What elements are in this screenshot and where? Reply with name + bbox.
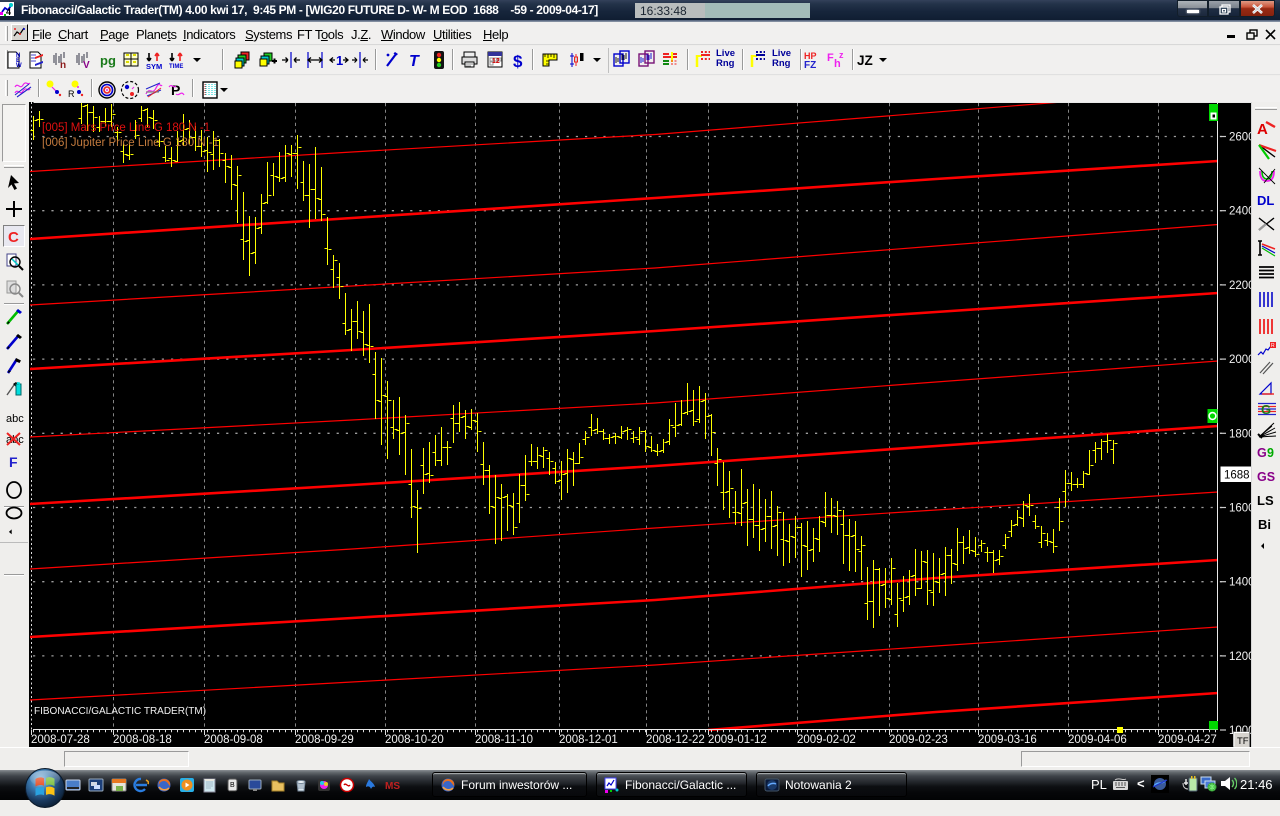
svg-text:12: 12 bbox=[492, 58, 500, 65]
svg-text:B: B bbox=[230, 782, 235, 789]
svg-text:DL: DL bbox=[1257, 193, 1274, 208]
svg-text:1688: 1688 bbox=[1224, 470, 1250, 482]
svg-text:2008-09-08: 2008-09-08 bbox=[204, 734, 263, 746]
svg-text:FZ: FZ bbox=[804, 60, 816, 71]
svg-text:P: P bbox=[171, 82, 180, 98]
svg-text:[005] Mars Price Line G 180 N: [005] Mars Price Line G 180 N -1 bbox=[42, 122, 210, 134]
svg-text:R: R bbox=[68, 89, 75, 99]
svg-text:$: $ bbox=[513, 52, 523, 71]
svg-text:G: G bbox=[1257, 446, 1267, 460]
svg-text:2009-02-23: 2009-02-23 bbox=[889, 734, 948, 746]
svg-text:GS: GS bbox=[1257, 470, 1275, 484]
svg-text:2000: 2000 bbox=[1229, 354, 1251, 366]
svg-text:2009-04-27: 2009-04-27 bbox=[1158, 734, 1217, 746]
svg-text:1800: 1800 bbox=[1229, 428, 1251, 440]
svg-text:2008-09-29: 2008-09-29 bbox=[295, 734, 354, 746]
svg-text:2009-03-16: 2009-03-16 bbox=[978, 734, 1037, 746]
svg-text:LS: LS bbox=[1257, 493, 1274, 508]
svg-text:9: 9 bbox=[1267, 446, 1274, 460]
svg-text:2008-07-28: 2008-07-28 bbox=[31, 734, 90, 746]
svg-text:W: W bbox=[16, 63, 22, 69]
svg-text:2009-04-06: 2009-04-06 bbox=[1068, 734, 1127, 746]
svg-text:G: G bbox=[1261, 402, 1271, 417]
svg-text:1: 1 bbox=[336, 53, 343, 68]
svg-text:pg: pg bbox=[100, 53, 116, 68]
svg-text:V: V bbox=[83, 60, 90, 71]
svg-text:2200: 2200 bbox=[1229, 280, 1251, 292]
svg-text:SYM: SYM bbox=[146, 62, 162, 71]
svg-text:F: F bbox=[9, 454, 18, 470]
svg-text:z: z bbox=[839, 50, 844, 60]
svg-text:2600: 2600 bbox=[1229, 132, 1251, 144]
svg-text:2009-02-02: 2009-02-02 bbox=[797, 734, 856, 746]
svg-text:2008-12-01: 2008-12-01 bbox=[559, 734, 618, 746]
svg-text:Bi: Bi bbox=[1258, 517, 1271, 532]
svg-text:JZ: JZ bbox=[857, 53, 873, 68]
svg-text:2400: 2400 bbox=[1229, 206, 1251, 218]
svg-text:FIBONACCI/GALACTIC TRADER(TM): FIBONACCI/GALACTIC TRADER(TM) bbox=[34, 706, 206, 717]
svg-text:1200: 1200 bbox=[1229, 651, 1251, 663]
svg-text:4: 4 bbox=[6, 7, 11, 16]
svg-text:2008-10-20: 2008-10-20 bbox=[385, 734, 444, 746]
svg-text:MS: MS bbox=[385, 781, 400, 792]
svg-text:abc: abc bbox=[6, 413, 24, 425]
svg-text:F: F bbox=[827, 52, 834, 64]
svg-text:n: n bbox=[60, 60, 66, 71]
svg-text:R: R bbox=[1271, 343, 1275, 349]
svg-text:TF: TF bbox=[1237, 736, 1249, 747]
svg-text:TIME: TIME bbox=[169, 64, 183, 70]
svg-text:[006] Jupiter Price Line G 180: [006] Jupiter Price Line G 180 N -1 bbox=[42, 137, 219, 149]
svg-text:2008-11-10: 2008-11-10 bbox=[475, 734, 533, 746]
svg-text:2009-01-12: 2009-01-12 bbox=[708, 734, 767, 746]
svg-text:1400: 1400 bbox=[1229, 577, 1251, 589]
svg-text:T: T bbox=[409, 53, 420, 70]
svg-text:2008-12-22: 2008-12-22 bbox=[646, 734, 705, 746]
svg-text:C: C bbox=[8, 229, 19, 246]
svg-text:2008-08-18: 2008-08-18 bbox=[113, 734, 172, 746]
svg-text:1600: 1600 bbox=[1229, 503, 1251, 515]
